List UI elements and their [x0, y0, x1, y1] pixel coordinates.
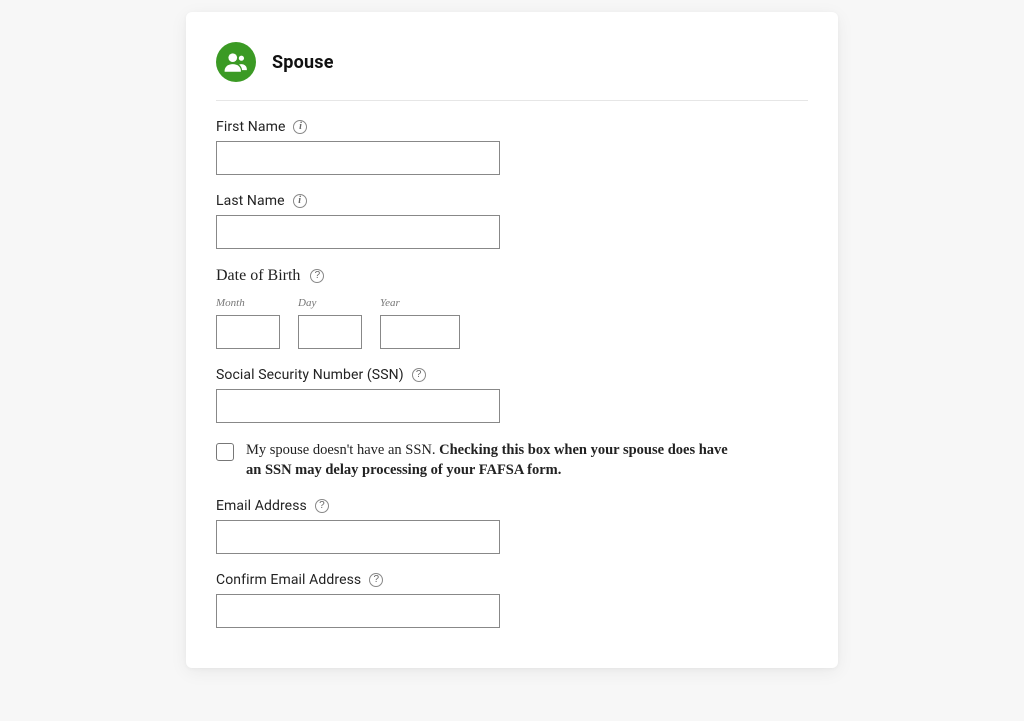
email-label: Email Address [216, 498, 307, 514]
dob-year-label: Year [380, 297, 460, 309]
email-field: Email Address [216, 498, 808, 554]
dob-month-label: Month [216, 297, 280, 309]
ssn-label: Social Security Number (SSN) [216, 367, 404, 383]
ssn-input[interactable] [216, 389, 500, 423]
ssn-field: Social Security Number (SSN) [216, 367, 808, 423]
dob-year-input[interactable] [380, 315, 460, 349]
confirm-email-input[interactable] [216, 594, 500, 628]
no-ssn-checkbox-label: My spouse doesn't have an SSN. Checking … [246, 441, 746, 480]
dob-day-label: Day [298, 297, 362, 309]
last-name-input[interactable] [216, 215, 500, 249]
section-title: Spouse [272, 52, 334, 73]
first-name-input[interactable] [216, 141, 500, 175]
info-icon[interactable] [293, 194, 307, 208]
no-ssn-text-plain: My spouse doesn't have an SSN. [246, 442, 439, 458]
help-icon[interactable] [315, 499, 329, 513]
last-name-field: Last Name [216, 193, 808, 249]
dob-label: Date of Birth [216, 267, 300, 285]
help-icon[interactable] [310, 269, 324, 283]
no-ssn-checkbox[interactable] [216, 443, 234, 461]
dob-month-input[interactable] [216, 315, 280, 349]
first-name-label: First Name [216, 119, 285, 135]
email-input[interactable] [216, 520, 500, 554]
dob-section: Date of Birth Month Day Year [216, 267, 808, 349]
help-icon[interactable] [412, 368, 426, 382]
section-header: Spouse [216, 42, 808, 101]
dob-day-input[interactable] [298, 315, 362, 349]
no-ssn-checkbox-row: My spouse doesn't have an SSN. Checking … [216, 441, 808, 480]
last-name-label: Last Name [216, 193, 285, 209]
help-icon[interactable] [369, 573, 383, 587]
confirm-email-field: Confirm Email Address [216, 572, 808, 628]
first-name-field: First Name [216, 119, 808, 175]
people-icon [216, 42, 256, 82]
confirm-email-label: Confirm Email Address [216, 572, 361, 588]
info-icon[interactable] [293, 120, 307, 134]
spouse-form-card: Spouse First Name Last Name Date of Birt… [186, 12, 838, 668]
